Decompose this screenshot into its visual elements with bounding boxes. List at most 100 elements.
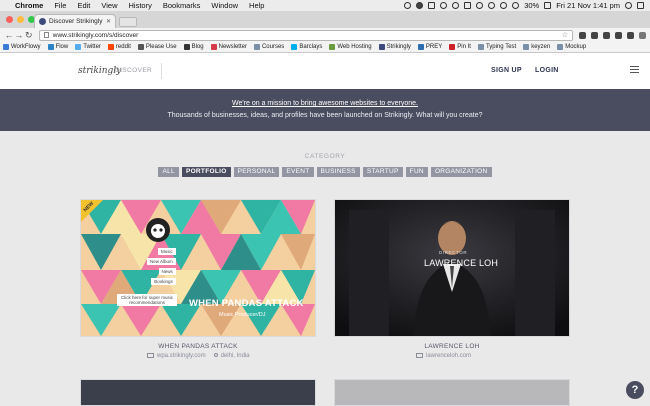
bookmark-item[interactable]: Courses [253,44,284,50]
strikingly-favicon-icon [39,18,46,25]
window-controls [6,16,35,23]
lawrence-thumbnail [335,200,569,336]
site-card-partial[interactable] [80,379,316,406]
bookmark-icon [378,44,385,50]
reload-icon[interactable]: ↻ [24,30,34,41]
bookmark-icon [291,44,298,50]
menu-window[interactable]: Window [211,1,238,10]
bookmark-item[interactable]: keyzen [523,44,550,50]
card-title-lawrence[interactable]: LAWRENCE LOH [334,343,570,350]
menu-app[interactable]: Chrome [15,1,43,10]
bookmarks-bar: WorkFlowy Flow Twitter reddit Please Use Blog… [0,42,650,53]
bookmark-label: Blog [191,44,204,50]
bookmark-icon [47,44,54,50]
address-bar[interactable]: www.strikingly.com/s/discover ☆ [38,29,573,41]
card-site[interactable]: lawrenceloh.com [416,353,471,359]
hamburger-menu-icon[interactable] [630,66,639,75]
battery-percent[interactable]: 30% [524,1,539,10]
back-icon[interactable]: ← [4,30,14,40]
menu-help[interactable]: Help [249,1,264,10]
location-pin-icon [213,353,218,358]
category-filter-event[interactable]: EVENT [282,167,314,177]
bookmark-label: Typing Test [485,44,517,50]
bookmark-item[interactable]: reddit [107,44,131,50]
bookmark-item[interactable]: WorkFlowy [3,44,41,50]
bookmark-item[interactable]: PREY [417,44,442,50]
close-window-icon[interactable] [6,16,13,23]
menu-edit[interactable]: Edit [77,1,90,10]
card-title-pandas[interactable]: WHEN PANDAS ATTACK [80,343,316,350]
bookmark-item[interactable]: Please Use [137,44,177,50]
extension-icon[interactable] [614,31,622,39]
bookmark-icon [329,44,336,50]
bookmark-item[interactable]: Pin It [449,44,471,50]
bookmark-item[interactable]: Flow [47,44,68,50]
signup-link[interactable]: SIGN UP [491,67,522,74]
bookmark-icon [253,44,260,50]
extension-icon[interactable] [590,31,598,39]
bluetooth-icon[interactable] [500,2,508,9]
status-icon[interactable] [416,2,424,9]
clock-text[interactable]: Fri 21 Nov 1:41 pm [556,1,620,10]
site-card-lawrence[interactable]: DIRECTOR LAWRENCE LOH [334,199,570,337]
new-tab-button[interactable] [119,17,137,27]
category-filter-business[interactable]: BUSINESS [316,167,360,177]
bookmark-item[interactable]: Strikingly [378,44,411,50]
site-url[interactable]: lawrenceloh.com [426,353,471,359]
site-url[interactable]: wpa.strikingly.com [157,353,206,359]
menu-view[interactable]: View [101,1,117,10]
status-icon[interactable] [404,2,412,9]
category-filter-startup[interactable]: STARTUP [362,167,403,177]
bookmark-item[interactable]: Blog [183,44,204,50]
clock-icon[interactable] [488,2,496,9]
category-filter-organization[interactable]: ORGANIZATION [430,167,492,177]
wifi-icon[interactable] [476,2,484,9]
category-filter-personal[interactable]: PERSONAL [233,167,280,177]
forward-icon[interactable]: → [14,30,24,40]
menu-bookmarks[interactable]: Bookmarks [163,1,201,10]
card-site[interactable]: wpa.strikingly.com [147,353,206,359]
extension-icon[interactable] [602,31,610,39]
pandas-menu-item: New Album [147,258,176,265]
category-filter-fun[interactable]: FUN [405,167,428,177]
menu-file[interactable]: File [54,1,66,10]
status-icon[interactable] [452,2,460,9]
status-icon[interactable] [440,2,448,9]
category-filter-all[interactable]: ALL [158,167,179,177]
menu-history[interactable]: History [129,1,152,10]
url-text[interactable]: www.strikingly.com/s/discover [53,32,562,39]
category-filter-portfolio[interactable]: PORTFOLIO [181,167,231,177]
tab-strip: Discover Strikingly Sites ✕ [0,11,650,28]
extensions [578,31,646,39]
bookmark-item[interactable]: Typing Test [477,44,517,50]
bookmark-item[interactable]: Twitter [75,44,101,50]
status-icon[interactable] [428,2,436,9]
extension-icon[interactable] [626,31,634,39]
site-card-partial[interactable] [334,379,570,406]
bookmark-star-icon[interactable]: ☆ [562,31,568,39]
login-link[interactable]: LOGIN [535,67,559,74]
monitor-icon [416,353,423,358]
extension-icon[interactable] [578,31,586,39]
pandas-hero-subtitle: Music Producer/DJ [219,312,266,318]
search-icon[interactable] [625,2,632,9]
bookmark-item[interactable]: Newsletter [210,44,247,50]
pandas-hero-title: WHEN PANDAS ATTACK [189,298,304,309]
notification-icon[interactable] [637,2,644,9]
bookmark-item[interactable]: Web Hosting [329,44,372,50]
bookmark-icon [107,44,114,50]
browser-tab[interactable]: Discover Strikingly Sites ✕ [34,14,116,28]
chrome-menu-icon[interactable] [638,31,646,39]
volume-icon[interactable] [512,2,520,9]
close-tab-icon[interactable]: ✕ [106,18,111,25]
site-card-pandas[interactable]: NEW Music New Album News Bookings Click … [80,199,316,337]
bookmark-item[interactable]: Mockup [557,44,586,50]
battery-icon[interactable] [544,2,552,9]
minimize-window-icon[interactable] [17,16,24,23]
status-icon[interactable] [464,2,472,9]
discover-label[interactable]: DISCOVER [115,67,152,74]
bookmark-item[interactable]: Barclays [291,44,322,50]
help-button[interactable]: ? [626,381,644,399]
location-text: delhi, India [220,353,250,360]
mission-link[interactable]: We're on a mission to bring awesome webs… [0,100,650,107]
